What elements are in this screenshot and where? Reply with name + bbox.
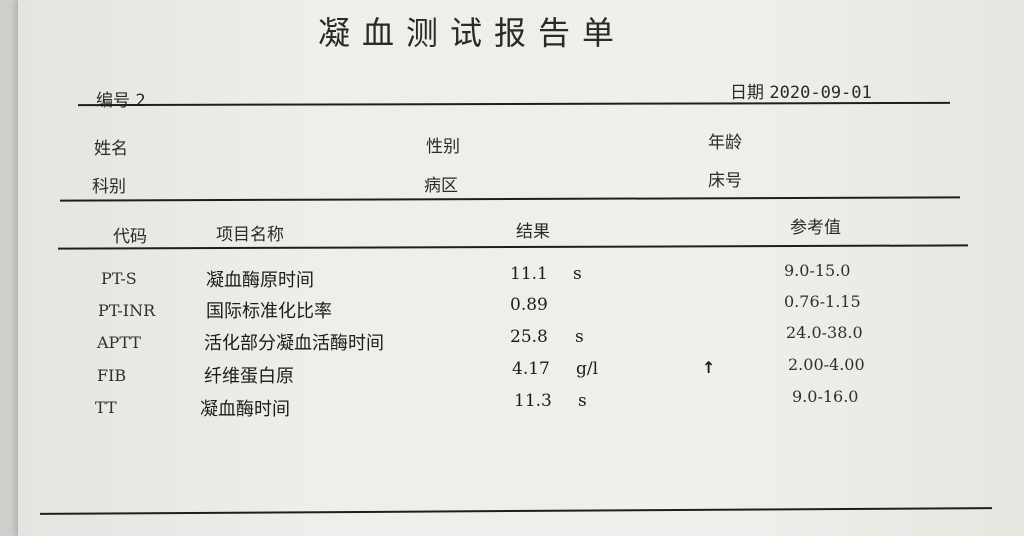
report-number: 编号 2: [96, 86, 146, 111]
col-header-code: 代码: [113, 227, 147, 247]
row-name: 凝血酶时间: [200, 399, 290, 420]
row-name: 活化部分凝血活酶时间: [204, 333, 384, 354]
row-reference: 24.0-38.0: [786, 323, 863, 342]
col-header-result: 结果: [516, 222, 550, 242]
patient-divider: [59, 196, 961, 202]
report-title: 凝血测试报告单: [318, 14, 627, 52]
row-result: 11.1: [510, 264, 548, 284]
table-header-divider: [57, 244, 969, 250]
row-name: 国际标准化比率: [206, 301, 332, 322]
row-result: 4.17: [512, 359, 550, 379]
ward-label: 病区: [424, 176, 458, 196]
row-code: PT-S: [101, 269, 137, 288]
row-code: PT-INR: [98, 301, 156, 320]
row-flag-high-icon: ↑: [702, 358, 716, 377]
bed-label: 床号: [708, 171, 742, 191]
row-unit: s: [578, 391, 587, 411]
row-reference: 0.76-1.15: [784, 292, 861, 311]
row-result: 25.8: [510, 327, 548, 347]
department-label: 科别: [92, 177, 126, 197]
col-header-reference: 参考值: [790, 218, 841, 238]
row-code: APTT: [97, 333, 141, 352]
row-name: 凝血酶原时间: [206, 270, 314, 291]
date-label: 日期: [730, 83, 764, 103]
row-result: 0.89: [510, 295, 548, 315]
number-label: 编号: [96, 91, 130, 111]
row-unit: s: [575, 327, 584, 347]
row-unit: s: [573, 264, 582, 284]
row-reference: 9.0-16.0: [792, 387, 859, 406]
row-name: 纤维蛋白原: [204, 366, 294, 387]
number-value: 2: [135, 91, 146, 111]
col-header-name: 项目名称: [216, 225, 284, 245]
name-label: 姓名: [94, 139, 128, 159]
row-reference: 2.00-4.00: [788, 355, 865, 374]
report-sheet: 凝血测试报告单 编号 2 日期 2020-09-01 姓名 性别 年龄 科别 病…: [18, 0, 1024, 536]
row-result: 11.3: [514, 391, 552, 411]
age-label: 年龄: [708, 133, 742, 153]
date-value: 2020-09-01: [769, 83, 872, 103]
gender-label: 性别: [426, 137, 460, 157]
header-divider: [77, 101, 951, 107]
footer-divider: [40, 507, 992, 515]
row-reference: 9.0-15.0: [784, 261, 851, 280]
row-code: TT: [95, 398, 117, 417]
report-date: 日期 2020-09-01: [730, 78, 872, 103]
row-code: FIB: [97, 366, 127, 385]
row-unit: g/l: [576, 359, 599, 379]
